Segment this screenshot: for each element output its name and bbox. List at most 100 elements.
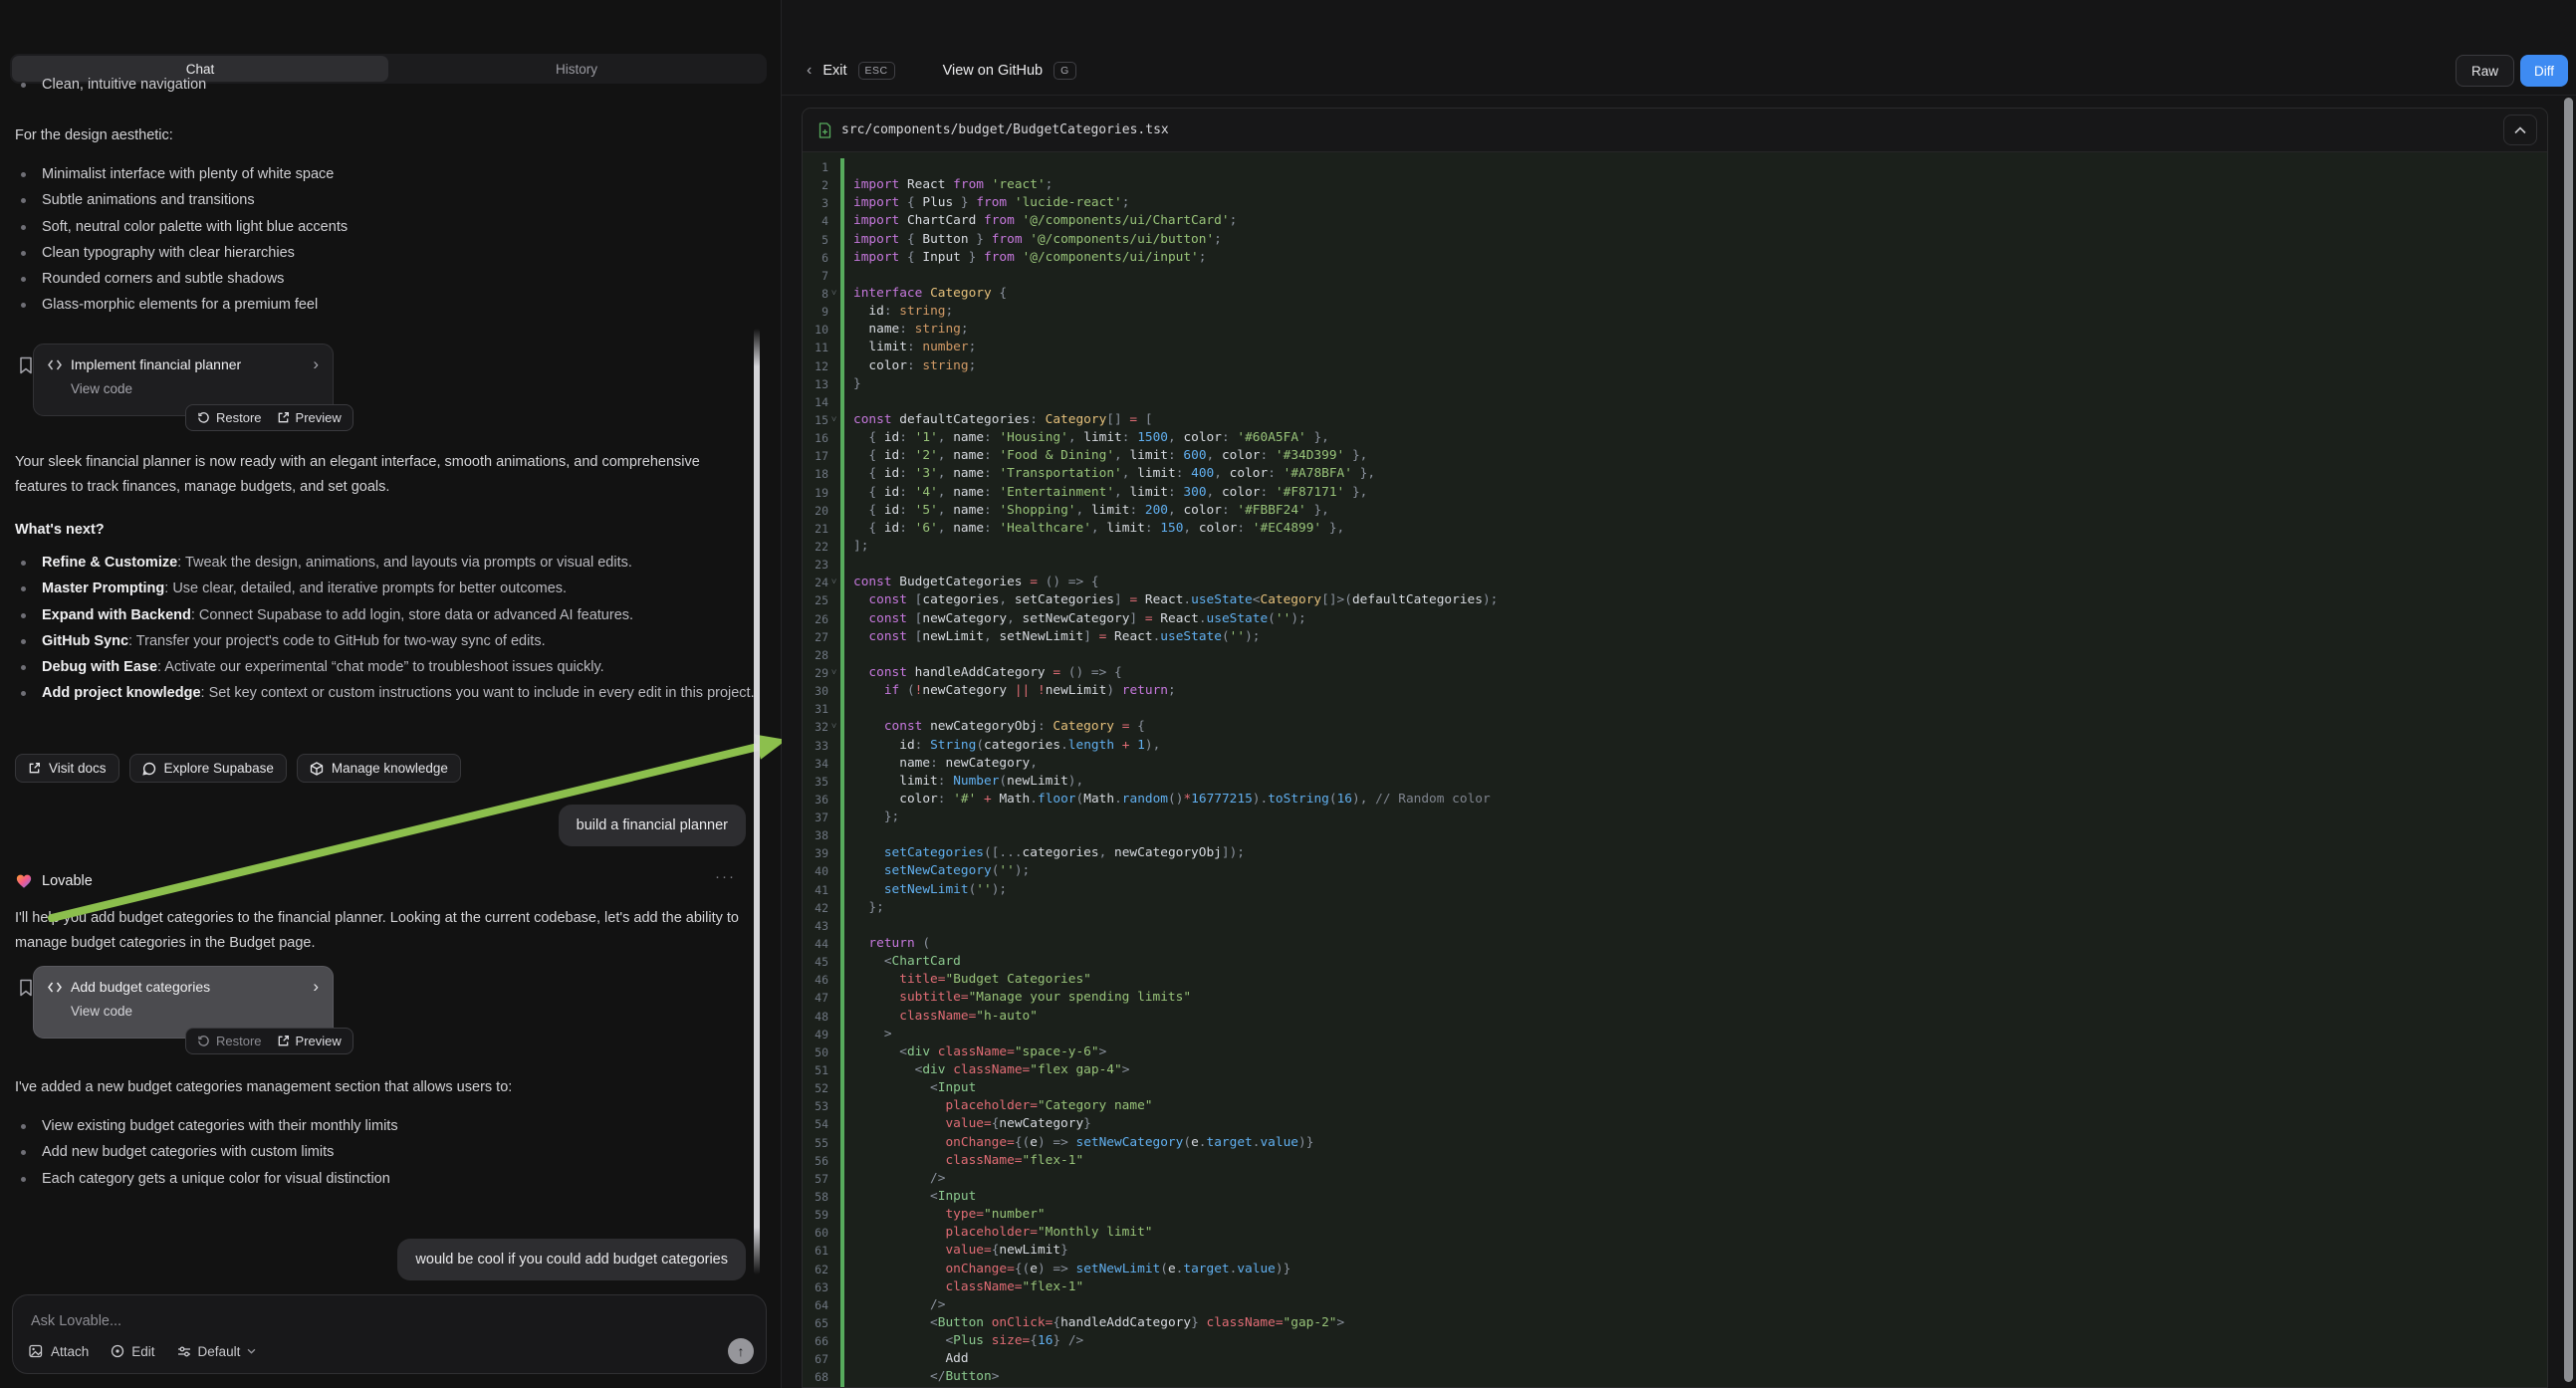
visit-docs-button[interactable]: Visit docs (15, 754, 119, 783)
line-number: 45 (803, 953, 828, 971)
chat-input[interactable]: Ask Lovable... (31, 1313, 121, 1329)
line-number: 13 (803, 375, 828, 393)
user-message: build a financial planner (559, 805, 746, 846)
code-line: 4import ChartCard from '@/components/ui/… (803, 212, 2547, 230)
code-line: 32˅ const newCategoryObj: Category = { (803, 718, 2547, 736)
back-chevron-icon[interactable]: ‹ (807, 62, 812, 80)
view-on-github-button[interactable]: View on GitHub (943, 63, 1043, 79)
list-item: Soft, neutral color palette with light b… (15, 214, 757, 240)
list-item: Subtle animations and transitions (15, 187, 757, 213)
file-path-bar[interactable]: src/components/budget/BudgetCategories.t… (803, 109, 2547, 152)
code-line: 41 setNewLimit(''); (803, 881, 2547, 899)
code-text: <Input (844, 1079, 976, 1097)
code-line: 67 Add (803, 1350, 2547, 1368)
chevron-right-icon[interactable]: › (313, 357, 319, 371)
list-item: Clean, intuitive navigation (15, 72, 757, 98)
code-line: 30 if (!newCategory || !newLimit) return… (803, 682, 2547, 700)
chevron-right-icon[interactable]: › (313, 980, 319, 994)
fold-gutter (828, 826, 840, 844)
code-line: 12 color: string; (803, 357, 2547, 375)
list-item: GitHub Sync: Transfer your project's cod… (15, 628, 757, 654)
view-code-link[interactable]: View code (48, 381, 319, 396)
line-number: 43 (803, 917, 828, 935)
code-text: className="flex-1" (844, 1278, 1083, 1296)
code-text: { id: '3', name: 'Transportation', limit… (844, 465, 1375, 483)
target-icon (111, 1344, 124, 1358)
code-editor: 12import React from 'react';3import { Pl… (803, 152, 2547, 1387)
fold-gutter (828, 917, 840, 935)
edit-mode-button[interactable]: Edit (111, 1344, 154, 1359)
code-text: const newCategoryObj: Category = { (844, 718, 1145, 736)
fold-gutter (828, 1097, 840, 1115)
line-number: 18 (803, 465, 828, 483)
code-line: 64 /> (803, 1296, 2547, 1314)
view-code-link[interactable]: View code (48, 1004, 319, 1019)
line-number: 28 (803, 646, 828, 664)
restore-button[interactable]: Restore (197, 410, 262, 425)
code-text: color: string; (844, 357, 976, 375)
chat-scrollbar[interactable] (754, 329, 760, 1274)
attach-button[interactable]: Attach (29, 1344, 89, 1359)
send-button[interactable]: ↑ (728, 1338, 754, 1364)
line-number: 31 (803, 700, 828, 718)
bookmark-icon[interactable] (19, 979, 33, 997)
fold-gutter (828, 1188, 840, 1206)
code-text: }; (844, 899, 884, 917)
fold-chevron-icon[interactable]: ˅ (828, 574, 840, 591)
code-panel: ‹ Exit ESC View on GitHub G Raw Diff src… (782, 0, 2576, 1388)
line-number: 22 (803, 538, 828, 556)
fold-gutter (828, 502, 840, 520)
code-text: const defaultCategories: Category[] = [ (844, 411, 1153, 429)
code-line: 20 { id: '5', name: 'Shopping', limit: 2… (803, 502, 2547, 520)
fold-chevron-icon[interactable]: ˅ (828, 664, 840, 682)
esc-key-badge: ESC (858, 62, 895, 80)
fold-gutter (828, 1296, 840, 1314)
code-scrollbar[interactable] (2564, 98, 2573, 1382)
fold-chevron-icon[interactable]: ˅ (828, 718, 840, 736)
code-line: 66 <Plus size={16} /> (803, 1332, 2547, 1350)
preview-button[interactable]: Preview (277, 410, 342, 425)
design-bullet-list: Minimalist interface with plenty of whit… (15, 161, 757, 319)
bookmark-icon[interactable] (19, 356, 33, 374)
code-line: 37 }; (803, 809, 2547, 826)
line-number: 35 (803, 773, 828, 791)
code-text: title="Budget Categories" (844, 971, 1091, 989)
code-text: placeholder="Monthly limit" (844, 1224, 1153, 1242)
line-number: 15 (803, 411, 828, 429)
code-text: <ChartCard (844, 953, 961, 971)
fold-chevron-icon[interactable]: ˅ (828, 411, 840, 429)
restore-preview-toolbar: Restore Preview (185, 404, 353, 431)
fold-chevron-icon[interactable]: ˅ (828, 285, 840, 303)
collapse-file-button[interactable] (2503, 115, 2537, 145)
fold-gutter (828, 971, 840, 989)
code-text: { id: '4', name: 'Entertainment', limit:… (844, 484, 1367, 502)
g-key-badge: G (1054, 62, 1076, 80)
fold-gutter (828, 1008, 840, 1026)
code-text: return ( (844, 935, 930, 953)
code-line: 13} (803, 375, 2547, 393)
model-selector[interactable]: Default (177, 1344, 257, 1359)
preview-button[interactable]: Preview (277, 1034, 342, 1048)
restore-button[interactable]: Restore (197, 1034, 262, 1048)
code-text: { id: '1', name: 'Housing', limit: 1500,… (844, 429, 1329, 447)
diff-toggle-button[interactable]: Diff (2520, 55, 2568, 87)
fold-gutter (828, 447, 840, 465)
line-number: 1 (803, 158, 828, 176)
line-number: 11 (803, 339, 828, 356)
code-line: 45 <ChartCard (803, 953, 2547, 971)
line-number: 8 (803, 285, 828, 303)
list-item: Rounded corners and subtle shadows (15, 266, 757, 292)
fold-gutter (828, 484, 840, 502)
manage-knowledge-button[interactable]: Manage knowledge (297, 754, 461, 783)
exit-button[interactable]: Exit (822, 63, 846, 79)
fold-gutter (828, 899, 840, 917)
code-text: import React from 'react'; (844, 176, 1053, 194)
message-menu-button[interactable]: ··· (715, 868, 736, 885)
code-text (844, 646, 853, 664)
explore-supabase-button[interactable]: Explore Supabase (129, 754, 287, 783)
code-line: 38 (803, 826, 2547, 844)
code-text: /> (844, 1170, 945, 1188)
code-line: 39 setCategories([...categories, newCate… (803, 844, 2547, 862)
raw-toggle-button[interactable]: Raw (2456, 55, 2514, 87)
code-line: 15˅const defaultCategories: Category[] =… (803, 411, 2547, 429)
